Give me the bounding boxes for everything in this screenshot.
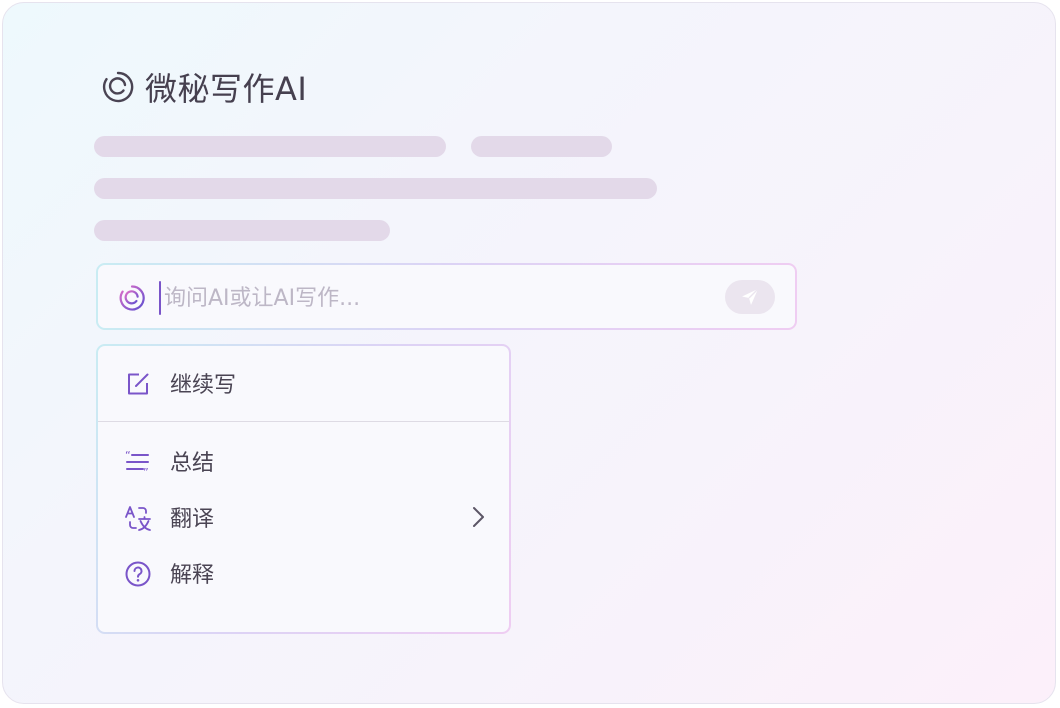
menu-item-label: 总结 — [170, 451, 215, 476]
skeleton-line — [94, 220, 390, 241]
ai-prompt-box — [96, 263, 797, 330]
svg-text:“: “ — [125, 449, 131, 462]
question-circle-icon — [125, 561, 151, 587]
ai-sparkle-icon — [119, 285, 145, 311]
edit-icon — [128, 373, 149, 395]
menu-item-label: 解释 — [170, 563, 215, 588]
menu-item-translate[interactable]: 翻译 — [98, 494, 509, 540]
menu-item-continue-writing[interactable]: 继续写 — [98, 360, 509, 406]
quote-list-icon: “ ” — [125, 449, 149, 476]
send-icon — [742, 288, 759, 305]
text-caret — [159, 281, 161, 315]
chevron-right-icon — [473, 507, 484, 527]
app-title: 微秘写作AI — [145, 70, 308, 108]
skeleton-line — [471, 136, 612, 157]
send-button[interactable] — [725, 280, 775, 314]
menu-item-label: 继续写 — [170, 373, 237, 398]
skeleton-line — [94, 178, 657, 199]
menu-item-summarize[interactable]: “ ” 总结 — [98, 438, 509, 484]
menu-divider — [98, 421, 509, 422]
skeleton-line — [94, 136, 446, 157]
ai-prompt-input[interactable] — [164, 279, 704, 317]
app-window: 微秘写作AI 询问AI或让AI写作... 继续写 “ ” 总结 翻译 解释 — [2, 2, 1056, 704]
svg-text:”: ” — [143, 466, 149, 476]
translate-icon — [125, 506, 151, 531]
ai-command-menu: 继续写 “ ” 总结 翻译 解释 — [96, 344, 511, 634]
menu-item-explain[interactable]: 解释 — [98, 550, 509, 596]
app-header: 微秘写作AI — [101, 65, 307, 109]
menu-item-label: 翻译 — [170, 507, 215, 532]
app-logo-icon — [102, 71, 134, 103]
